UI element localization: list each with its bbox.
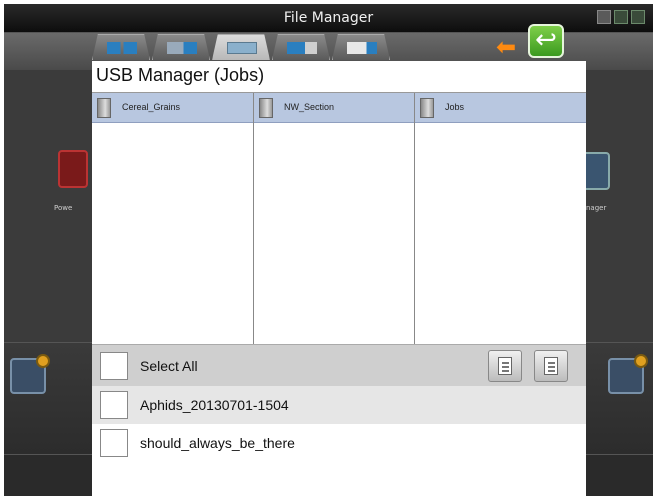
select-all-checkbox[interactable]	[100, 352, 128, 380]
usb-icon	[597, 10, 611, 24]
screen: Powe nager File Manager ⬅ ↩ USB Manager …	[0, 0, 657, 500]
power-app-icon	[58, 150, 88, 188]
status-icons	[597, 10, 645, 24]
back-arrow-icon: ↩	[535, 25, 557, 55]
gear-badge-icon	[36, 354, 50, 368]
left-arrow-icon[interactable]: ⬅	[492, 35, 520, 60]
export-icon	[347, 42, 377, 54]
usb-drive-icon	[227, 42, 257, 54]
signal-icon	[631, 10, 645, 24]
transfer-icon	[167, 42, 197, 54]
power-app-label: Powe	[54, 204, 73, 212]
export-button[interactable]	[534, 350, 568, 382]
document-icon	[498, 357, 512, 375]
tab-strip	[92, 34, 390, 62]
list-item[interactable]: should_always_be_there	[92, 424, 586, 462]
manager-app-label: nager	[586, 204, 607, 212]
gear-app-icon-left	[10, 354, 50, 394]
folder-columns: Cereal_Grains NW_Section Jobs	[92, 92, 586, 345]
folder-column[interactable]: Jobs	[415, 93, 586, 345]
gear-app-icon-right	[608, 354, 648, 394]
folder-column[interactable]: NW_Section	[254, 93, 415, 345]
folder-icon	[259, 98, 273, 118]
folder-name: Cereal_Grains	[122, 102, 181, 112]
export-document-icon	[544, 357, 558, 375]
dialog-title: USB Manager (Jobs)	[96, 65, 265, 85]
tab-transfer[interactable]	[152, 34, 210, 60]
list-item[interactable]: Aphids_20130701-1504	[92, 386, 586, 424]
tab-usb[interactable]	[212, 34, 270, 60]
settings-icon	[287, 42, 317, 54]
folder-header[interactable]: Jobs	[415, 93, 586, 123]
display-icon	[107, 42, 137, 54]
tab-settings[interactable]	[272, 34, 330, 60]
file-name: should_always_be_there	[140, 435, 295, 451]
select-all-label: Select All	[140, 358, 198, 374]
folder-header[interactable]: NW_Section	[254, 93, 414, 123]
folder-column[interactable]: Cereal_Grains	[92, 93, 254, 345]
gear-badge-icon	[634, 354, 648, 368]
file-checkbox[interactable]	[100, 429, 128, 457]
folder-icon	[420, 98, 434, 118]
file-list: Aphids_20130701-1504 should_always_be_th…	[92, 386, 586, 462]
select-all-bar: Select All	[92, 344, 586, 386]
file-name: Aphids_20130701-1504	[140, 397, 289, 413]
tab-export[interactable]	[332, 34, 390, 60]
file-checkbox[interactable]	[100, 391, 128, 419]
folder-icon	[97, 98, 111, 118]
copy-button[interactable]	[488, 350, 522, 382]
tab-display[interactable]	[92, 34, 150, 60]
back-button[interactable]: ↩	[528, 24, 564, 58]
gps-icon	[614, 10, 628, 24]
folder-header[interactable]: Cereal_Grains	[92, 93, 253, 123]
usb-manager-dialog: USB Manager (Jobs) Cereal_Grains NW_Sect…	[92, 61, 586, 496]
folder-name: NW_Section	[284, 102, 335, 112]
folder-name: Jobs	[445, 102, 465, 112]
